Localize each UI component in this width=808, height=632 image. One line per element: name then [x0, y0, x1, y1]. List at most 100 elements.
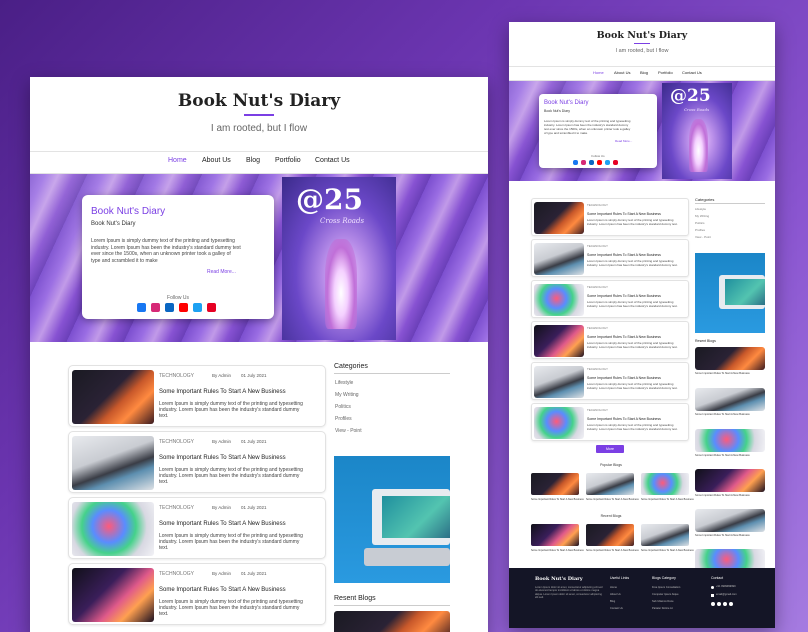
blog-card[interactable]: TECHNOLOGY By Admin 01 July 2021 Some Im… [68, 497, 326, 559]
blog-category: TECHNOLOGY [159, 373, 195, 379]
instagram-icon[interactable] [723, 602, 727, 606]
blog-card[interactable]: TECHNOLOGY By Admin 01 July 2021 Some Im… [68, 563, 326, 625]
recent-title[interactable]: Some Important Rules To Start A New Busi… [695, 494, 750, 497]
popular-thumb[interactable] [531, 473, 579, 495]
footer-link[interactable]: About Us [610, 593, 621, 596]
footer-category-link[interactable]: Sub Ullamco Dune [652, 600, 674, 603]
blog-title[interactable]: Some Important Rules To Start A New Busi… [159, 521, 286, 527]
instagram-icon[interactable] [581, 160, 586, 165]
category-link[interactable]: Politics [335, 404, 351, 410]
recent-grid-thumb[interactable] [586, 524, 634, 546]
read-more-link[interactable]: Read More... [207, 269, 236, 275]
blog-card-small[interactable]: TECHNOLOGY Some Important Rules To Start… [531, 239, 689, 277]
recent-title[interactable]: Some Important Rules To Start A New Busi… [695, 534, 750, 537]
twitter-icon[interactable] [605, 160, 610, 165]
nav-portfolio[interactable]: Portfolio [275, 157, 301, 164]
blog-title[interactable]: Some Important Rules To Start A New Busi… [587, 376, 661, 380]
twitter-icon[interactable] [717, 602, 721, 606]
read-more-small[interactable]: Read More... [615, 139, 632, 143]
blog-title[interactable]: Some Important Rules To Start A New Busi… [159, 389, 286, 395]
recent-thumb[interactable] [695, 509, 765, 532]
popular-thumb[interactable] [586, 473, 634, 495]
youtube-icon[interactable] [179, 303, 188, 312]
blog-title[interactable]: Some Important Rules To Start A New Busi… [587, 212, 661, 216]
recent-thumb[interactable] [695, 469, 765, 492]
footer-email[interactable]: email@gmail.com [716, 593, 737, 596]
blog-excerpt: Lorem Ipsum is simply dummy text of the … [587, 301, 678, 308]
category-link[interactable]: Lifestyle [335, 380, 353, 386]
twitter-icon[interactable] [193, 303, 202, 312]
follow-us-small: Follow Us [591, 154, 605, 158]
facebook-icon[interactable] [711, 602, 715, 606]
footer-phone[interactable]: +91 9999999999 [716, 585, 736, 588]
category-link[interactable]: Profiles [335, 416, 352, 422]
nav-contact[interactable]: Contact Us [315, 157, 350, 164]
category-link[interactable]: Lifestyle [695, 207, 706, 211]
blog-title[interactable]: Some Important Rules To Start A New Busi… [587, 253, 661, 257]
blog-card-small[interactable]: TECHNOLOGY Some Important Rules To Start… [531, 198, 689, 236]
nav-about-small[interactable]: About Us [614, 70, 630, 75]
footer-category-link[interactable]: Computer Ipsum Atque [652, 593, 679, 596]
popular-title[interactable]: Some Important Rules To Start A New Busi… [641, 498, 694, 501]
category-link[interactable]: My Writing [695, 214, 709, 218]
recent-grid-thumb[interactable] [531, 524, 579, 546]
recent-blog-thumbnail[interactable] [334, 611, 450, 632]
recent-grid-title[interactable]: Some Important Rules To Start A New Busi… [586, 549, 639, 552]
youtube-icon[interactable] [597, 160, 602, 165]
facebook-icon[interactable] [137, 303, 146, 312]
category-link[interactable]: View - Point [695, 235, 711, 239]
linkedin-icon[interactable] [589, 160, 594, 165]
social-icons [137, 303, 227, 313]
instagram-icon[interactable] [151, 303, 160, 312]
blog-card-small[interactable]: TECHNOLOGY Some Important Rules To Start… [531, 403, 689, 441]
recent-thumb[interactable] [695, 347, 765, 370]
footer-category-link[interactable]: Pariatur Dolore Lit [652, 607, 673, 610]
footer-link[interactable]: Contact Us [610, 607, 623, 610]
nav-home[interactable]: Home [168, 157, 187, 164]
blog-card-small[interactable]: TECHNOLOGY Some Important Rules To Start… [531, 321, 689, 359]
category-link[interactable]: View - Point [335, 428, 362, 434]
category-link[interactable]: My Writing [335, 392, 359, 398]
pinterest-icon[interactable] [613, 160, 618, 165]
blog-title[interactable]: Some Important Rules To Start A New Busi… [587, 294, 661, 298]
blog-title[interactable]: Some Important Rules To Start A New Busi… [159, 455, 286, 461]
blog-title[interactable]: Some Important Rules To Start A New Busi… [587, 335, 661, 339]
blog-card-small[interactable]: TECHNOLOGY Some Important Rules To Start… [531, 362, 689, 400]
nav-blog-small[interactable]: Blog [640, 70, 648, 75]
nav-home-small[interactable]: Home [593, 70, 604, 75]
linkedin-icon[interactable] [165, 303, 174, 312]
recent-grid-title[interactable]: Some Important Rules To Start A New Busi… [531, 549, 584, 552]
recent-title[interactable]: Some Important Rules To Start A New Busi… [695, 372, 750, 375]
nav-portfolio-small[interactable]: Portfolio [658, 70, 673, 75]
nav-about[interactable]: About Us [202, 157, 231, 164]
footer-link[interactable]: Home [610, 586, 617, 589]
facebook-icon[interactable] [573, 160, 578, 165]
blog-excerpt: Lorem Ipsum is simply dummy text of the … [587, 219, 678, 226]
popular-title[interactable]: Some Important Rules To Start A New Busi… [586, 498, 639, 501]
more-button[interactable]: More [596, 445, 624, 453]
footer-link[interactable]: Blog [610, 600, 615, 603]
cover-figure [325, 238, 358, 329]
nav-contact-small[interactable]: Contact Us [682, 70, 702, 75]
site-title[interactable]: Book Nut's Diary [30, 91, 488, 111]
nav-blog[interactable]: Blog [246, 157, 260, 164]
popular-title[interactable]: Some Important Rules To Start A New Busi… [531, 498, 584, 501]
blog-title[interactable]: Some Important Rules To Start A New Busi… [159, 587, 286, 593]
blog-title[interactable]: Some Important Rules To Start A New Busi… [587, 417, 661, 421]
site-title-small[interactable]: Book Nut's Diary [509, 30, 775, 41]
linkedin-icon[interactable] [729, 602, 733, 606]
footer-category-link[interactable]: Free Ipsum Consultation [652, 586, 680, 589]
blog-card[interactable]: TECHNOLOGY By Admin 01 July 2021 Some Im… [68, 431, 326, 493]
recent-grid-thumb[interactable] [641, 524, 689, 546]
recent-grid-title[interactable]: Some Important Rules To Start A New Busi… [641, 549, 694, 552]
category-link[interactable]: Politics [695, 221, 705, 225]
blog-card-small[interactable]: TECHNOLOGY Some Important Rules To Start… [531, 280, 689, 318]
category-link[interactable]: Profiles [695, 228, 705, 232]
popular-thumb[interactable] [641, 473, 689, 495]
recent-title[interactable]: Some Important Rules To Start A New Busi… [695, 413, 750, 416]
pinterest-icon[interactable] [207, 303, 216, 312]
recent-title[interactable]: Some Important Rules To Start A New Busi… [695, 454, 750, 457]
blog-card[interactable]: TECHNOLOGY By Admin 01 July 2021 Some Im… [68, 365, 326, 427]
recent-thumb[interactable] [695, 388, 765, 411]
recent-thumb[interactable] [695, 429, 765, 452]
